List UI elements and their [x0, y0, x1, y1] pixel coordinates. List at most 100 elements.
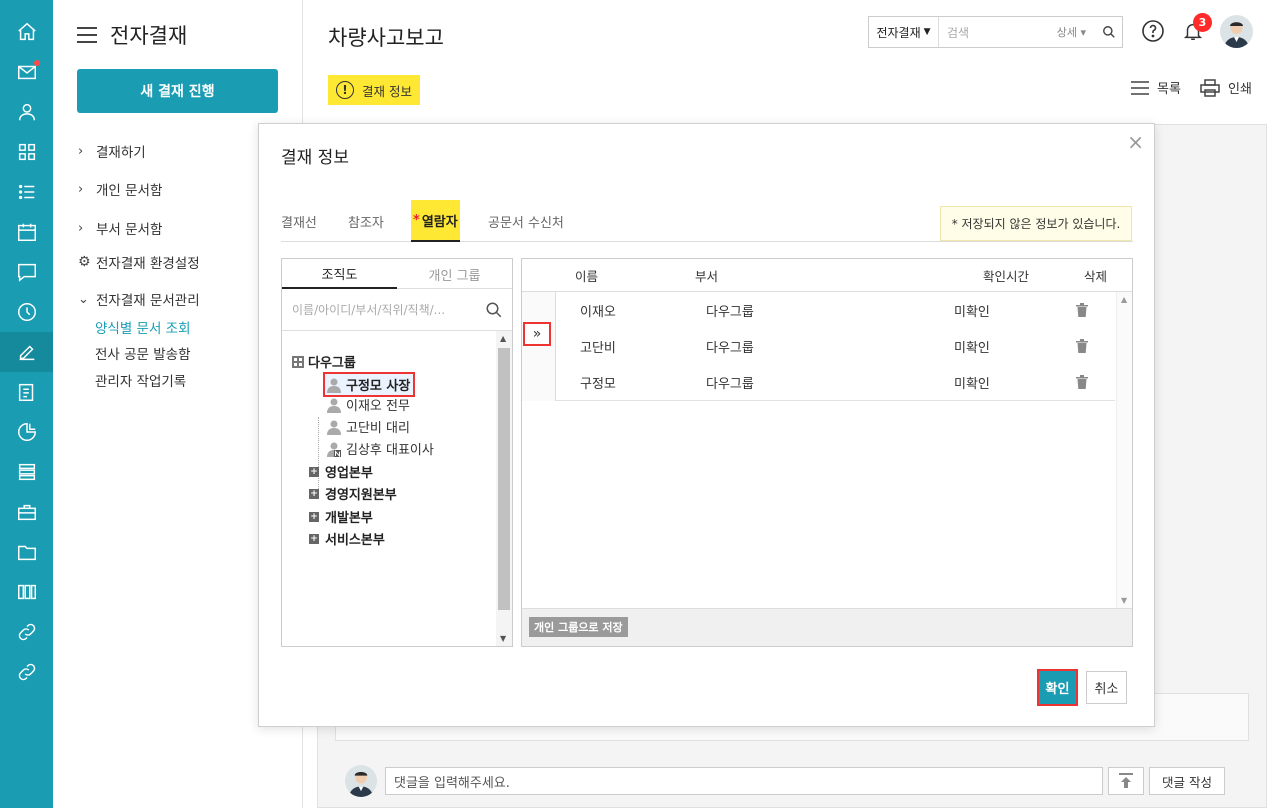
expand-icon[interactable]: + — [309, 466, 319, 477]
clock-icon[interactable] — [0, 292, 53, 332]
tab-official-recipient[interactable]: 공문서 수신처 — [488, 200, 564, 242]
tree-member[interactable]: 이재오 전무 — [326, 395, 410, 414]
list-icon[interactable] — [0, 172, 53, 212]
tree-root-label: 다우그룹 — [308, 356, 356, 371]
org-panel: 조직도 개인 그룹 이름/아이디/부서/직위/직책/... 다우그룹 구정모 사… — [281, 258, 513, 647]
tree-department-label: 영업본부 — [325, 466, 373, 481]
row-status: 미확인 — [954, 340, 990, 356]
search-icon[interactable] — [1096, 25, 1122, 39]
chart-icon[interactable] — [0, 412, 53, 452]
tab-viewers[interactable]: * 열람자 — [411, 200, 460, 242]
new-approval-button[interactable]: 새 결재 진행 — [77, 69, 278, 113]
home-icon[interactable] — [0, 12, 53, 52]
expand-icon[interactable]: + — [309, 488, 319, 499]
hamburger-icon[interactable] — [77, 27, 97, 43]
search-scope-select[interactable]: 전자결재 ▼ — [869, 17, 939, 47]
sidebar-item-settings[interactable]: ⚙ 전자결재 환경설정 — [78, 252, 200, 272]
scroll-down-icon[interactable]: ▼ — [500, 634, 506, 643]
tab-cc[interactable]: 참조자 — [348, 200, 384, 242]
edit-icon[interactable] — [0, 332, 53, 372]
viewer-list-footer: 개인 그룹으로 저장 — [522, 608, 1132, 646]
comment-submit-button[interactable]: 댓글 작성 — [1149, 767, 1225, 795]
tree-member[interactable]: 김상후 대표이사 — [326, 439, 434, 458]
avatar[interactable] — [1220, 15, 1253, 48]
gear-icon: ⚙ — [78, 254, 91, 270]
help-icon[interactable] — [1140, 18, 1166, 44]
tab-personal-group[interactable]: 개인 그룹 — [397, 259, 512, 289]
org-search-input[interactable]: 이름/아이디/부서/직위/직책/... — [282, 301, 476, 318]
chevron-right-icon: › — [78, 181, 84, 197]
tab-org-chart[interactable]: 조직도 — [282, 259, 397, 289]
user-icon[interactable] — [0, 92, 53, 132]
tree-member[interactable]: 고단비 대리 — [326, 417, 410, 436]
tree-member-selected[interactable]: 구정모 사장 — [323, 372, 416, 397]
search-icon[interactable] — [476, 301, 512, 319]
report-icon[interactable] — [0, 372, 53, 412]
scroll-down-icon[interactable]: ▼ — [1121, 596, 1127, 605]
tree-department[interactable]: + 영업본부 — [309, 462, 373, 481]
table-row[interactable]: 이재오 다우그룹 미확인 — [556, 292, 1115, 328]
tree-root[interactable]: 다우그룹 — [292, 352, 356, 371]
link-icon[interactable] — [0, 612, 53, 652]
move-strip — [522, 292, 556, 401]
grid-icon[interactable] — [0, 132, 53, 172]
scroll-up-icon[interactable]: ▲ — [1121, 295, 1127, 304]
menu-lines-icon — [1131, 80, 1149, 95]
print-label: 인쇄 — [1228, 82, 1252, 97]
upload-button[interactable] — [1108, 767, 1144, 795]
approval-info-tag[interactable]: ! 결재 정보 — [328, 75, 420, 105]
table-row[interactable]: 고단비 다우그룹 미확인 — [556, 328, 1115, 364]
sidebar-subitem-admin-log[interactable]: 관리자 작업기록 — [95, 370, 186, 390]
chevron-down-icon: ▼ — [923, 27, 931, 37]
scroll-thumb[interactable] — [498, 348, 510, 610]
trash-icon[interactable] — [1076, 364, 1088, 400]
tab-approval-line[interactable]: 결재선 — [281, 200, 317, 242]
search-detail-toggle[interactable]: 상세 ▾ — [1057, 24, 1086, 40]
add-to-list-button[interactable]: » — [523, 322, 551, 346]
row-name: 이재오 — [580, 304, 616, 320]
sidebar-subitem-official-sent[interactable]: 전사 공문 발송함 — [95, 343, 191, 363]
folder-icon[interactable] — [0, 532, 53, 572]
apps-icon[interactable] — [0, 572, 53, 612]
sidebar-item-label: 결재하기 — [96, 145, 146, 161]
org-scrollbar[interactable]: ▲ ▼ — [496, 331, 512, 646]
cancel-button[interactable]: 취소 — [1086, 671, 1127, 704]
mail-icon[interactable] — [0, 52, 53, 92]
briefcase-icon[interactable] — [0, 492, 53, 532]
print-button[interactable]: 인쇄 — [1200, 78, 1252, 97]
sidebar-subitem-form-docs[interactable]: 양식별 문서 조회 — [95, 317, 191, 337]
tree-department[interactable]: + 개발본부 — [309, 507, 373, 526]
sidebar-item-approve[interactable]: › 결재하기 — [78, 141, 146, 162]
list-button[interactable]: 목록 — [1131, 78, 1181, 97]
tree-department[interactable]: + 경영지원본부 — [309, 484, 397, 503]
tree-department[interactable]: + 서비스본부 — [309, 529, 385, 548]
expand-icon[interactable]: + — [309, 511, 319, 522]
db-icon[interactable] — [0, 452, 53, 492]
expand-icon[interactable]: + — [309, 533, 319, 544]
list-scrollbar[interactable]: ▲ ▼ — [1116, 292, 1132, 608]
close-icon[interactable]: × — [1127, 130, 1144, 154]
comment-input[interactable]: 댓글을 입력해주세요. — [385, 767, 1103, 795]
chat-icon[interactable] — [0, 252, 53, 292]
scroll-up-icon[interactable]: ▲ — [500, 334, 506, 343]
sidebar-item-label: 전자결재 문서관리 — [96, 293, 200, 309]
link2-icon[interactable] — [0, 652, 53, 692]
tree-department-label: 서비스본부 — [325, 533, 385, 548]
sidebar-item-doc-admin[interactable]: ⌄ 전자결재 문서관리 — [78, 289, 200, 310]
table-row[interactable]: 구정모 다우그룹 미확인 — [556, 364, 1115, 400]
sidebar-item-personal-docs[interactable]: › 개인 문서함 — [78, 179, 162, 200]
person-ceo-icon — [327, 442, 341, 457]
sidebar-item-dept-docs[interactable]: › 부서 문서함 — [78, 218, 162, 239]
search-input[interactable]: 검색 — [939, 24, 1057, 41]
trash-icon[interactable] — [1076, 292, 1088, 328]
tree-member-label: 이재오 전무 — [346, 399, 410, 414]
viewer-list-panel: 이름 부서 확인시간 삭제 이재오 다우그룹 미확인 고단비 다우그룹 미확인 … — [521, 258, 1133, 647]
search-box: 전자결재 ▼ 검색 상세 ▾ — [868, 16, 1123, 48]
trash-icon[interactable] — [1076, 328, 1088, 364]
building-icon — [292, 355, 304, 368]
calendar-icon[interactable] — [0, 212, 53, 252]
save-personal-group-button[interactable]: 개인 그룹으로 저장 — [529, 617, 628, 637]
confirm-button[interactable]: 확인 — [1037, 669, 1078, 706]
comment-avatar — [345, 765, 377, 797]
viewer-list-header: 이름 부서 확인시간 삭제 — [522, 259, 1132, 292]
